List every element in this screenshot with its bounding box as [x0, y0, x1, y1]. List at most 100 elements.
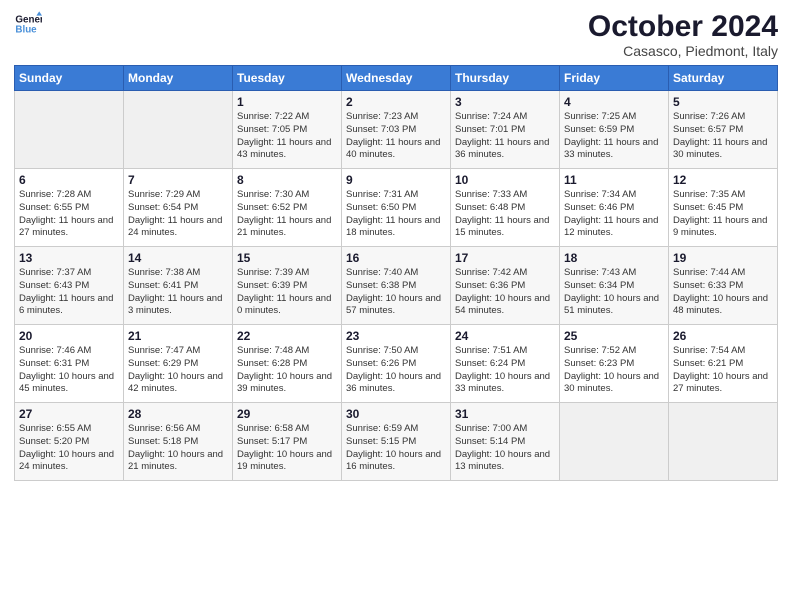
cell-info: Sunrise: 7:35 AMSunset: 6:45 PMDaylight:…	[673, 189, 773, 240]
cell-info: Sunrise: 7:22 AMSunset: 7:05 PMDaylight:…	[237, 111, 337, 162]
cell-info: Sunrise: 7:42 AMSunset: 6:36 PMDaylight:…	[455, 267, 555, 318]
calendar-week-1: 1 Sunrise: 7:22 AMSunset: 7:05 PMDaylight…	[15, 91, 778, 169]
header-monday: Monday	[124, 66, 233, 91]
svg-text:Blue: Blue	[15, 24, 37, 35]
calendar-cell: 6 Sunrise: 7:28 AMSunset: 6:55 PMDaylight…	[15, 169, 124, 247]
day-number: 30	[346, 407, 446, 421]
days-header-row: Sunday Monday Tuesday Wednesday Thursday…	[15, 66, 778, 91]
day-number: 6	[19, 173, 119, 187]
cell-info: Sunrise: 7:25 AMSunset: 6:59 PMDaylight:…	[564, 111, 664, 162]
day-number: 19	[673, 251, 773, 265]
calendar-cell	[669, 403, 778, 481]
day-number: 22	[237, 329, 337, 343]
calendar-cell	[560, 403, 669, 481]
calendar-cell: 16Sunrise: 7:40 AMSunset: 6:38 PMDayligh…	[342, 247, 451, 325]
calendar-cell: 30 Sunrise: 6:59 AMSunset: 5:15 PMDayligh…	[342, 403, 451, 481]
cell-info: Sunrise: 7:33 AMSunset: 6:48 PMDaylight:…	[455, 189, 555, 240]
cell-info: Sunrise: 7:47 AMSunset: 6:29 PMDaylight:…	[128, 345, 228, 396]
cell-info: Sunrise: 7:23 AMSunset: 7:03 PMDaylight:…	[346, 111, 446, 162]
cell-info: Sunrise: 7:48 AMSunset: 6:28 PMDaylight:…	[237, 345, 337, 396]
calendar-cell: 29 Sunrise: 6:58 AMSunset: 5:17 PMDayligh…	[233, 403, 342, 481]
cell-info: Sunrise: 6:59 AMSunset: 5:15 PMDaylight:…	[346, 423, 446, 474]
cell-info: Sunrise: 7:28 AMSunset: 6:55 PMDaylight:…	[19, 189, 119, 240]
cell-info: Sunrise: 7:50 AMSunset: 6:26 PMDaylight:…	[346, 345, 446, 396]
calendar-cell: 14Sunrise: 7:38 AMSunset: 6:41 PMDayligh…	[124, 247, 233, 325]
cell-info: Sunrise: 7:37 AMSunset: 6:43 PMDaylight:…	[19, 267, 119, 318]
day-number: 24	[455, 329, 555, 343]
calendar-cell: 4 Sunrise: 7:25 AMSunset: 6:59 PMDaylight…	[560, 91, 669, 169]
calendar-cell: 7Sunrise: 7:29 AMSunset: 6:54 PMDaylight…	[124, 169, 233, 247]
day-number: 1	[237, 95, 337, 109]
calendar-cell: 22 Sunrise: 7:48 AMSunset: 6:28 PMDayligh…	[233, 325, 342, 403]
day-number: 29	[237, 407, 337, 421]
day-number: 12	[673, 173, 773, 187]
calendar-cell: 31 Sunrise: 7:00 AMSunset: 5:14 PMDayligh…	[451, 403, 560, 481]
calendar-cell: 2 Sunrise: 7:23 AMSunset: 7:03 PMDaylight…	[342, 91, 451, 169]
day-number: 18	[564, 251, 664, 265]
calendar-cell: 13 Sunrise: 7:37 AMSunset: 6:43 PMDayligh…	[15, 247, 124, 325]
day-number: 26	[673, 329, 773, 343]
month-year-title: October 2024	[588, 10, 778, 43]
day-number: 23	[346, 329, 446, 343]
day-number: 10	[455, 173, 555, 187]
calendar-cell: 5 Sunrise: 7:26 AMSunset: 6:57 PMDaylight…	[669, 91, 778, 169]
calendar-cell: 26 Sunrise: 7:54 AMSunset: 6:21 PMDayligh…	[669, 325, 778, 403]
cell-info: Sunrise: 6:55 AMSunset: 5:20 PMDaylight:…	[19, 423, 119, 474]
calendar-cell: 28 Sunrise: 6:56 AMSunset: 5:18 PMDayligh…	[124, 403, 233, 481]
header-wednesday: Wednesday	[342, 66, 451, 91]
calendar-cell: 10 Sunrise: 7:33 AMSunset: 6:48 PMDayligh…	[451, 169, 560, 247]
day-number: 4	[564, 95, 664, 109]
calendar-week-5: 27 Sunrise: 6:55 AMSunset: 5:20 PMDayligh…	[15, 403, 778, 481]
cell-info: Sunrise: 7:43 AMSunset: 6:34 PMDaylight:…	[564, 267, 664, 318]
calendar-cell	[15, 91, 124, 169]
calendar-cell: 23 Sunrise: 7:50 AMSunset: 6:26 PMDayligh…	[342, 325, 451, 403]
calendar-cell: 12 Sunrise: 7:35 AMSunset: 6:45 PMDayligh…	[669, 169, 778, 247]
calendar-cell: 20 Sunrise: 7:46 AMSunset: 6:31 PMDayligh…	[15, 325, 124, 403]
cell-info: Sunrise: 6:56 AMSunset: 5:18 PMDaylight:…	[128, 423, 228, 474]
cell-info: Sunrise: 7:00 AMSunset: 5:14 PMDaylight:…	[455, 423, 555, 474]
cell-info: Sunrise: 7:39 AMSunset: 6:39 PMDaylight:…	[237, 267, 337, 318]
day-number: 31	[455, 407, 555, 421]
calendar-cell: 25Sunrise: 7:52 AMSunset: 6:23 PMDayligh…	[560, 325, 669, 403]
day-number: 7	[128, 173, 228, 187]
logo: General Blue	[14, 10, 42, 38]
day-number: 9	[346, 173, 446, 187]
calendar-cell: 8 Sunrise: 7:30 AMSunset: 6:52 PMDaylight…	[233, 169, 342, 247]
location-subtitle: Casasco, Piedmont, Italy	[588, 43, 778, 59]
day-number: 5	[673, 95, 773, 109]
cell-info: Sunrise: 7:51 AMSunset: 6:24 PMDaylight:…	[455, 345, 555, 396]
title-block: October 2024 Casasco, Piedmont, Italy	[588, 10, 778, 59]
day-number: 8	[237, 173, 337, 187]
calendar-cell: 27 Sunrise: 6:55 AMSunset: 5:20 PMDayligh…	[15, 403, 124, 481]
day-number: 27	[19, 407, 119, 421]
day-number: 21	[128, 329, 228, 343]
header-sunday: Sunday	[15, 66, 124, 91]
calendar-cell	[124, 91, 233, 169]
cell-info: Sunrise: 6:58 AMSunset: 5:17 PMDaylight:…	[237, 423, 337, 474]
day-number: 20	[19, 329, 119, 343]
calendar-week-4: 20 Sunrise: 7:46 AMSunset: 6:31 PMDayligh…	[15, 325, 778, 403]
calendar-cell: 9 Sunrise: 7:31 AMSunset: 6:50 PMDaylight…	[342, 169, 451, 247]
calendar-cell: 18 Sunrise: 7:43 AMSunset: 6:34 PMDayligh…	[560, 247, 669, 325]
day-number: 16	[346, 251, 446, 265]
calendar-table: Sunday Monday Tuesday Wednesday Thursday…	[14, 65, 778, 481]
day-number: 13	[19, 251, 119, 265]
day-number: 2	[346, 95, 446, 109]
day-number: 14	[128, 251, 228, 265]
header-friday: Friday	[560, 66, 669, 91]
cell-info: Sunrise: 7:46 AMSunset: 6:31 PMDaylight:…	[19, 345, 119, 396]
day-number: 15	[237, 251, 337, 265]
day-number: 28	[128, 407, 228, 421]
calendar-week-3: 13 Sunrise: 7:37 AMSunset: 6:43 PMDayligh…	[15, 247, 778, 325]
cell-info: Sunrise: 7:54 AMSunset: 6:21 PMDaylight:…	[673, 345, 773, 396]
day-number: 17	[455, 251, 555, 265]
header-thursday: Thursday	[451, 66, 560, 91]
page-header: General Blue October 2024 Casasco, Piedm…	[14, 10, 778, 59]
cell-info: Sunrise: 7:30 AMSunset: 6:52 PMDaylight:…	[237, 189, 337, 240]
calendar-week-2: 6 Sunrise: 7:28 AMSunset: 6:55 PMDaylight…	[15, 169, 778, 247]
cell-info: Sunrise: 7:26 AMSunset: 6:57 PMDaylight:…	[673, 111, 773, 162]
calendar-cell: 21 Sunrise: 7:47 AMSunset: 6:29 PMDayligh…	[124, 325, 233, 403]
day-number: 25	[564, 329, 664, 343]
day-number: 11	[564, 173, 664, 187]
cell-info: Sunrise: 7:31 AMSunset: 6:50 PMDaylight:…	[346, 189, 446, 240]
